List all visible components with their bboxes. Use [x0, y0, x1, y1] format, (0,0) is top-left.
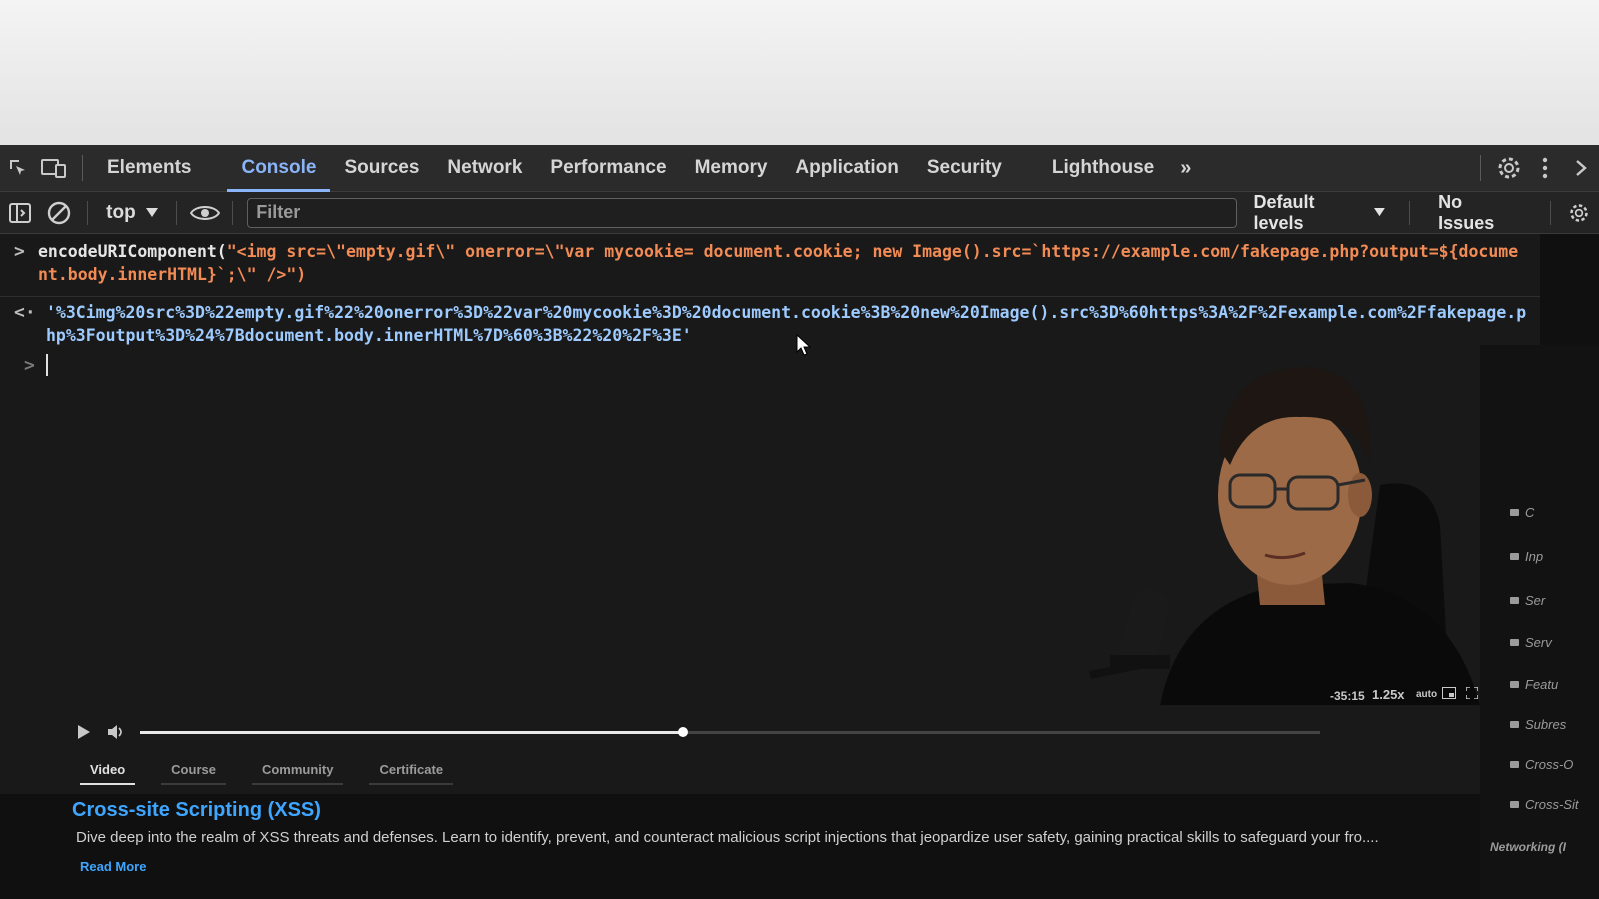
outline-item[interactable]: Serv [1510, 635, 1552, 650]
video-progress-bar[interactable] [140, 727, 1320, 737]
video-icon [1510, 597, 1519, 604]
course-title[interactable]: Cross-site Scripting (XSS) [72, 799, 321, 822]
tab-video[interactable]: Video [80, 762, 136, 785]
more-tabs-icon[interactable]: » [1168, 157, 1203, 180]
outline-item[interactable]: Cross-O [1510, 757, 1573, 772]
outline-item[interactable]: Ser [1510, 593, 1545, 608]
time-remaining: -35:15 [1330, 689, 1365, 703]
video-icon [1510, 639, 1519, 646]
issues-counter[interactable]: No Issues [1418, 192, 1542, 234]
tab-security[interactable]: Security [913, 145, 1016, 192]
outline-item[interactable]: C [1510, 505, 1534, 520]
toolbar-separator-5 [1550, 200, 1552, 225]
volume-icon[interactable] [108, 725, 124, 739]
filter-input[interactable]: Filter [247, 197, 1238, 228]
background-wall [0, 0, 1599, 150]
close-devtools-icon[interactable] [1563, 145, 1599, 192]
read-more-link[interactable]: Read More [80, 859, 146, 874]
context-label: top [106, 201, 136, 223]
live-expression-eye-icon[interactable] [185, 192, 225, 234]
result-value[interactable]: '%3Cimg%20src%3D%22empty.gif%22%20onerro… [46, 301, 1536, 347]
console-toolbar: top Filter Default levels No Issues [0, 192, 1599, 234]
chevron-down-icon [145, 207, 158, 217]
video-icon [1510, 721, 1519, 728]
result-arrow-icon: <· [14, 302, 36, 323]
tab-community[interactable]: Community [251, 762, 344, 785]
log-levels-dropdown[interactable]: Default levels [1237, 192, 1401, 234]
monitor-screen: Elements Console Sources Network Perform… [0, 145, 1599, 899]
tab-course[interactable]: Course [161, 762, 226, 785]
input-function-name: encodeURIComponent( [38, 242, 227, 261]
clear-console-icon[interactable] [40, 192, 80, 234]
video-icon [1510, 681, 1519, 688]
tab-application[interactable]: Application [781, 145, 912, 192]
instructor-webcam [1050, 355, 1530, 705]
inspect-element-icon[interactable] [0, 145, 36, 192]
quality-selector[interactable]: auto [1416, 689, 1437, 700]
context-selector[interactable]: top [96, 202, 168, 224]
more-options-icon[interactable] [1527, 145, 1563, 192]
fullscreen-icon[interactable] [1466, 687, 1478, 699]
tab-memory[interactable]: Memory [681, 145, 782, 192]
toolbar-separator-4 [1409, 200, 1411, 225]
outline-item[interactable]: Cross-Sit [1510, 797, 1578, 812]
prompt-chevron-icon: > [24, 355, 35, 376]
picture-in-picture-icon[interactable] [1442, 687, 1456, 699]
video-icon [1510, 553, 1519, 560]
console-result-entry: <· '%3Cimg%20src%3D%22empty.gif%22%20one… [0, 296, 1540, 345]
chevron-down-icon [1374, 208, 1386, 217]
course-info: Video Course Community Certificate Cross… [60, 745, 1480, 899]
playback-speed[interactable]: 1.25x [1372, 687, 1405, 702]
tabbar-separator [82, 155, 83, 181]
video-icon [1510, 801, 1519, 808]
tab-lighthouse[interactable]: Lighthouse [1038, 145, 1168, 192]
course-outline-sidebar: C Inp Ser Serv Featu Subres Cross-O Cros… [1480, 345, 1599, 899]
course-tabs: Video Course Community Certificate [60, 745, 1480, 785]
tab-network[interactable]: Network [433, 145, 536, 192]
outline-item[interactable]: Subres [1510, 717, 1566, 732]
toolbar-separator [87, 200, 89, 225]
outline-item[interactable]: Featu [1510, 677, 1558, 692]
toolbar-separator-2 [175, 200, 177, 225]
course-description: Dive deep into the realm of XSS threats … [76, 829, 1379, 846]
sidebar-toggle-icon[interactable] [0, 192, 40, 234]
devtools-tabbar: Elements Console Sources Network Perform… [0, 145, 1599, 192]
tab-certificate[interactable]: Certificate [369, 762, 454, 785]
outline-item[interactable]: Inp [1510, 549, 1543, 564]
play-icon[interactable] [78, 725, 90, 739]
input-argument: "<img src=\"empty.gif\" onerror=\"var my… [38, 242, 1519, 284]
video-progress-knob[interactable] [677, 727, 688, 737]
tab-console[interactable]: Console [227, 145, 331, 192]
toolbar-separator-3 [232, 200, 234, 225]
sidebar-section-label: Networking (I [1490, 840, 1567, 854]
settings-gear-icon[interactable] [1491, 145, 1527, 192]
video-player-controls: -35:15 1.25x auto [60, 687, 1500, 745]
text-caret [46, 354, 48, 376]
device-toolbar-icon[interactable] [36, 145, 72, 192]
tab-sources[interactable]: Sources [330, 145, 433, 192]
tab-performance[interactable]: Performance [536, 145, 680, 192]
video-icon [1510, 509, 1519, 516]
video-icon [1510, 761, 1519, 768]
video-progress-fill [140, 731, 683, 734]
tab-elements[interactable]: Elements [93, 145, 205, 192]
input-prompt-chevron-icon: > [14, 241, 25, 262]
log-levels-label: Default levels [1253, 191, 1315, 233]
console-settings-gear-icon[interactable] [1559, 192, 1599, 234]
mouse-cursor-icon [796, 334, 812, 356]
tabbar-separator-right [1480, 155, 1481, 181]
